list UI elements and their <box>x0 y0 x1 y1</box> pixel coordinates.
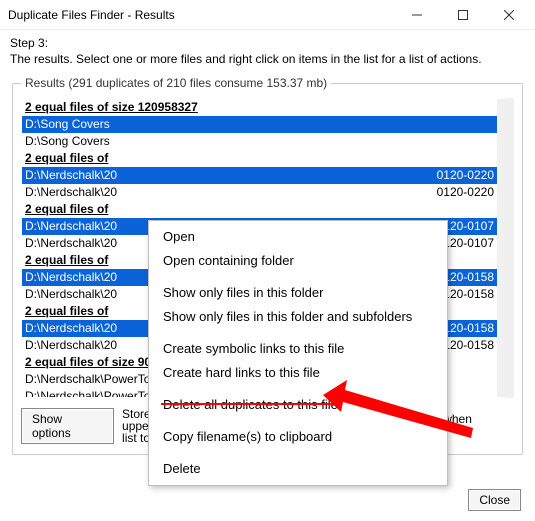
list-item[interactable]: D:\Nerdschalk\200120-0220 <box>22 167 497 184</box>
step-label: Step 3: <box>10 36 525 50</box>
ctx-show-subfolders[interactable]: Show only files in this folder and subfo… <box>149 305 447 329</box>
window-title: Duplicate Files Finder - Results <box>8 8 403 22</box>
scroll-thumb[interactable] <box>499 119 512 239</box>
maximize-button[interactable] <box>449 5 477 25</box>
close-button[interactable]: Close <box>468 489 521 511</box>
scroll-up-icon[interactable] <box>497 99 514 116</box>
ctx-show-folder[interactable]: Show only files in this folder <box>149 281 447 305</box>
show-options-button[interactable]: Show options <box>21 408 114 444</box>
scroll-down-icon[interactable] <box>497 380 514 397</box>
annotation-underline <box>161 403 336 405</box>
titlebar: Duplicate Files Finder - Results <box>0 0 535 30</box>
ctx-open-folder[interactable]: Open containing folder <box>149 249 447 273</box>
group-header: 2 equal files of size 120958327 <box>22 99 497 116</box>
list-item[interactable]: D:\Nerdschalk\200120-0220 <box>22 184 497 201</box>
window-buttons <box>403 5 523 25</box>
ctx-copy-names[interactable]: Copy filename(s) to clipboard <box>149 425 447 449</box>
close-window-button[interactable] <box>495 5 523 25</box>
context-menu: Open Open containing folder Show only fi… <box>148 220 448 486</box>
results-group: Results (291 duplicates of 210 files con… <box>12 76 523 455</box>
ctx-hardlink[interactable]: Create hard links to this file <box>149 361 447 385</box>
ctx-open[interactable]: Open <box>149 225 447 249</box>
group-header: 2 equal files of <box>22 201 497 218</box>
group-header: 2 equal files of <box>22 150 497 167</box>
ctx-symlink[interactable]: Create symbolic links to this file <box>149 337 447 361</box>
scrollbar[interactable] <box>497 99 514 397</box>
list-item[interactable]: D:\Song Covers <box>22 116 497 133</box>
list-item[interactable]: D:\Song Covers <box>22 133 497 150</box>
ctx-delete-dupes[interactable]: Delete all duplicates to this file <box>149 393 447 417</box>
results-legend: Results (291 duplicates of 210 files con… <box>21 76 331 90</box>
step-description: The results. Select one or more files an… <box>10 52 525 66</box>
minimize-button[interactable] <box>403 5 431 25</box>
ctx-delete[interactable]: Delete <box>149 457 447 481</box>
